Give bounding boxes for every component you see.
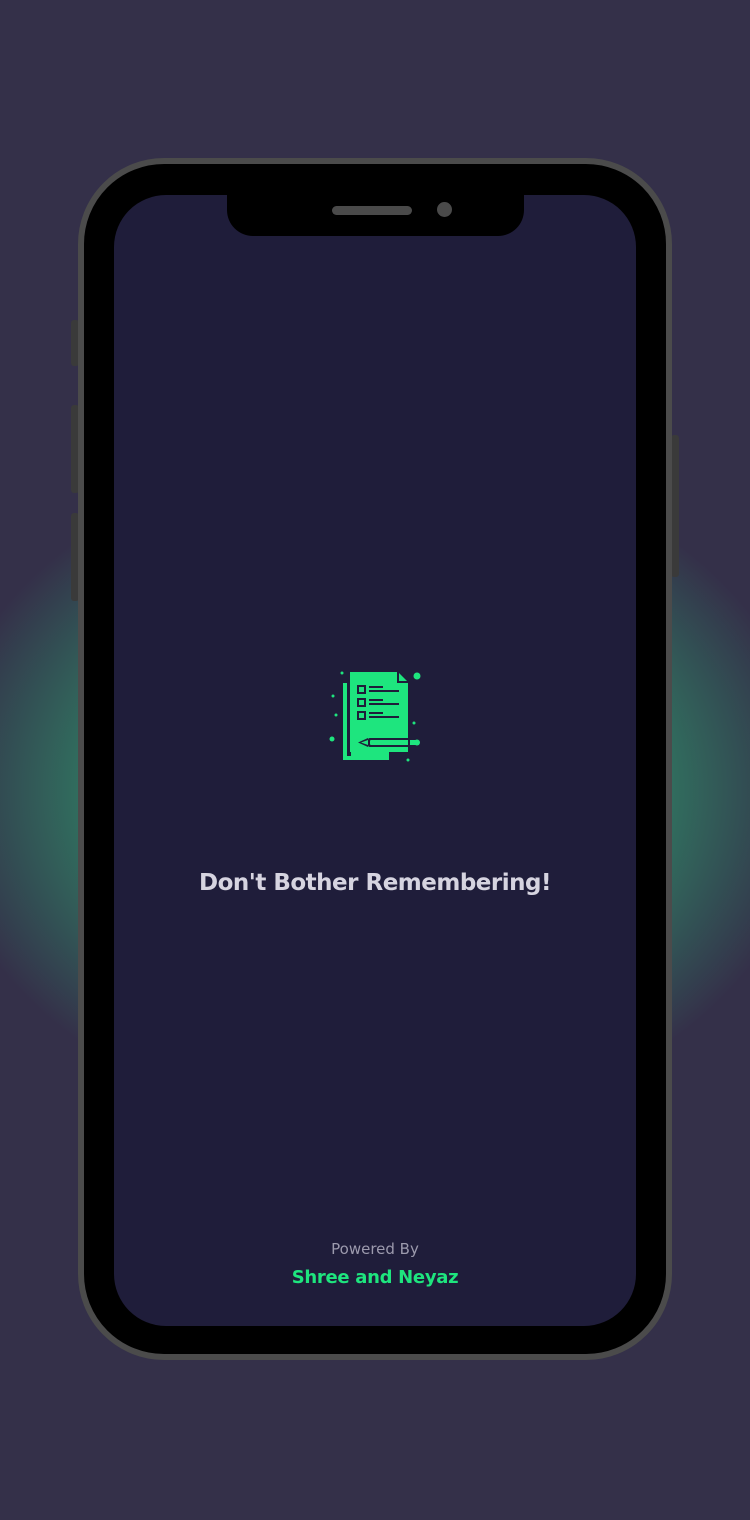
front-camera <box>437 202 452 217</box>
powered-by-label: Powered By <box>331 1240 419 1258</box>
phone-notch <box>227 195 524 236</box>
authors-credit: Shree and Neyaz <box>291 1267 459 1288</box>
earpiece-speaker <box>332 206 412 215</box>
checklist-notepad-pencil-icon <box>328 668 424 764</box>
splash-tagline: Don't Bother Remembering! <box>199 870 551 896</box>
power-button <box>671 435 679 577</box>
